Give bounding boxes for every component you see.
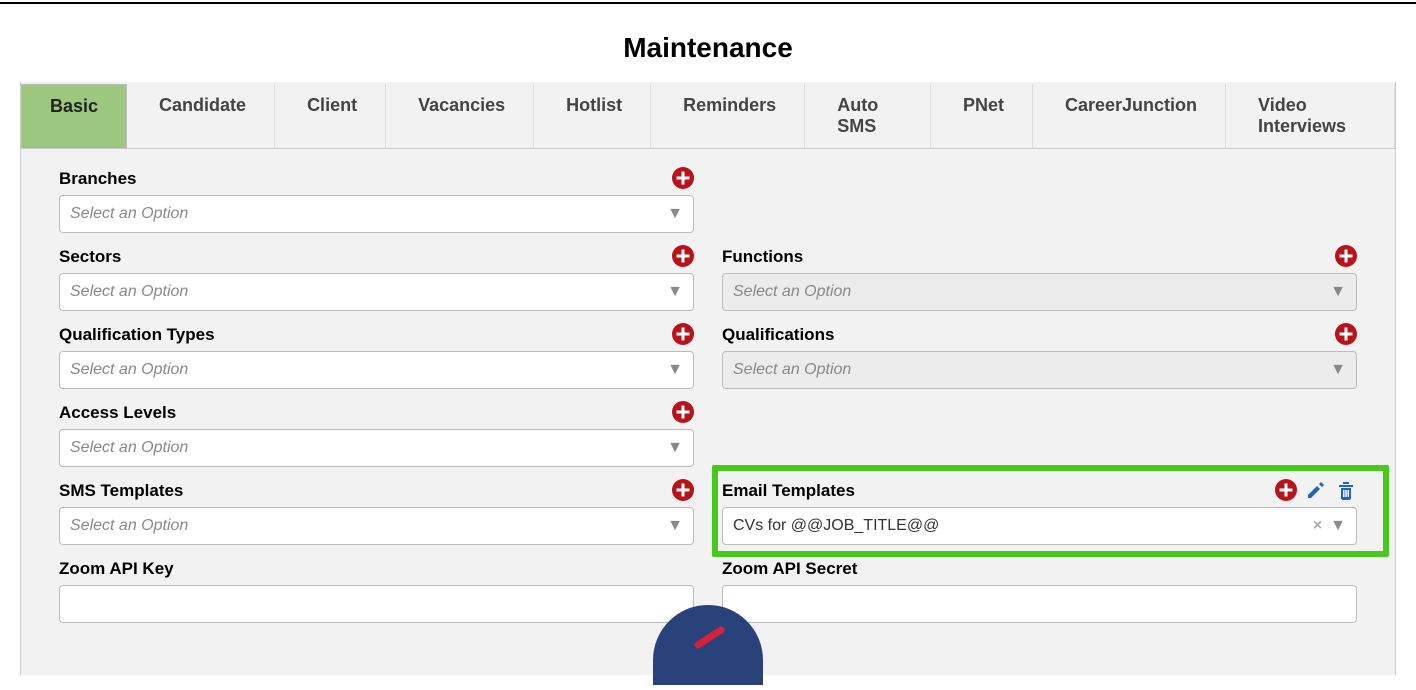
label-zoom-api-key: Zoom API Key — [59, 559, 174, 579]
tab-content-basic: Branches Select an Option ▼ Sector — [21, 149, 1395, 675]
tab-pnet[interactable]: PNet — [935, 84, 1033, 148]
zoom-api-key-input[interactable] — [59, 585, 694, 623]
tab-video-interviews[interactable]: Video Interviews — [1230, 84, 1395, 148]
add-email-template-button[interactable] — [1275, 479, 1297, 501]
qualification-types-select[interactable]: Select an Option ▼ — [59, 351, 694, 389]
chevron-down-icon: ▼ — [667, 439, 683, 457]
tab-careerjunction[interactable]: CareerJunction — [1037, 84, 1226, 148]
branches-select-placeholder: Select an Option — [70, 205, 188, 223]
functions-select[interactable]: Select an Option ▼ — [722, 273, 1357, 311]
qualification-types-select-placeholder: Select an Option — [70, 361, 188, 379]
tab-basic[interactable]: Basic — [21, 84, 127, 148]
tab-reminders[interactable]: Reminders — [655, 84, 805, 148]
access-levels-select[interactable]: Select an Option ▼ — [59, 429, 694, 467]
add-sms-template-button[interactable] — [672, 479, 694, 501]
chevron-down-icon: ▼ — [667, 283, 683, 301]
chevron-down-icon: ▼ — [667, 517, 683, 535]
label-sms-templates: SMS Templates — [59, 481, 183, 501]
clear-icon[interactable]: × — [1313, 517, 1322, 535]
email-templates-select-value: CVs for @@JOB_TITLE@@ — [733, 517, 939, 535]
label-zoom-api-secret: Zoom API Secret — [722, 559, 857, 579]
label-qualification-types: Qualification Types — [59, 325, 215, 345]
access-levels-select-placeholder: Select an Option — [70, 439, 188, 457]
chevron-down-icon: ▼ — [1330, 283, 1346, 301]
chevron-down-icon: ▼ — [1330, 517, 1346, 535]
branches-select[interactable]: Select an Option ▼ — [59, 195, 694, 233]
label-access-levels: Access Levels — [59, 403, 176, 423]
label-sectors: Sectors — [59, 247, 121, 267]
add-access-level-button[interactable] — [672, 401, 694, 423]
page-title: Maintenance — [0, 2, 1416, 82]
edit-icon[interactable] — [1305, 479, 1327, 501]
add-branch-button[interactable] — [672, 167, 694, 189]
tab-candidate[interactable]: Candidate — [131, 84, 275, 148]
tab-hotlist[interactable]: Hotlist — [538, 84, 651, 148]
zoom-api-secret-input[interactable] — [722, 585, 1357, 623]
floating-action-button[interactable] — [653, 605, 763, 685]
label-branches: Branches — [59, 169, 136, 189]
tabs-bar: BasicCandidateClientVacanciesHotlistRemi… — [21, 82, 1395, 149]
field-qualifications: Qualifications Select an Option ▼ — [722, 323, 1357, 389]
add-qualification-button[interactable] — [1335, 323, 1357, 345]
label-qualifications: Qualifications — [722, 325, 834, 345]
chevron-down-icon: ▼ — [1330, 361, 1346, 379]
functions-select-placeholder: Select an Option — [733, 283, 851, 301]
sms-templates-select-placeholder: Select an Option — [70, 517, 188, 535]
field-zoom-api-secret: Zoom API Secret — [722, 557, 1357, 623]
add-function-button[interactable] — [1335, 245, 1357, 267]
sectors-select-placeholder: Select an Option — [70, 283, 188, 301]
tab-vacancies[interactable]: Vacancies — [390, 84, 534, 148]
add-qualification-type-button[interactable] — [672, 323, 694, 345]
field-qualification-types: Qualification Types Select an Option ▼ — [59, 323, 694, 389]
chevron-down-icon: ▼ — [667, 361, 683, 379]
trash-icon[interactable] — [1335, 479, 1357, 501]
tab-client[interactable]: Client — [279, 84, 386, 148]
label-email-templates: Email Templates — [722, 481, 855, 501]
field-email-templates: Email Templates CVs for @@J — [722, 479, 1357, 545]
label-functions: Functions — [722, 247, 803, 267]
add-sector-button[interactable] — [672, 245, 694, 267]
email-templates-select[interactable]: CVs for @@JOB_TITLE@@ × ▼ — [722, 507, 1357, 545]
field-functions: Functions Select an Option ▼ — [722, 245, 1357, 311]
field-access-levels: Access Levels Select an Option ▼ — [59, 401, 694, 467]
chevron-down-icon: ▼ — [667, 205, 683, 223]
field-sms-templates: SMS Templates Select an Option ▼ — [59, 479, 694, 545]
sms-templates-select[interactable]: Select an Option ▼ — [59, 507, 694, 545]
qualifications-select[interactable]: Select an Option ▼ — [722, 351, 1357, 389]
maintenance-panel: BasicCandidateClientVacanciesHotlistRemi… — [20, 82, 1396, 675]
field-branches: Branches Select an Option ▼ — [59, 167, 694, 233]
field-zoom-api-key: Zoom API Key — [59, 557, 694, 623]
tab-auto-sms[interactable]: Auto SMS — [809, 84, 931, 148]
sectors-select[interactable]: Select an Option ▼ — [59, 273, 694, 311]
field-sectors: Sectors Select an Option ▼ — [59, 245, 694, 311]
qualifications-select-placeholder: Select an Option — [733, 361, 851, 379]
